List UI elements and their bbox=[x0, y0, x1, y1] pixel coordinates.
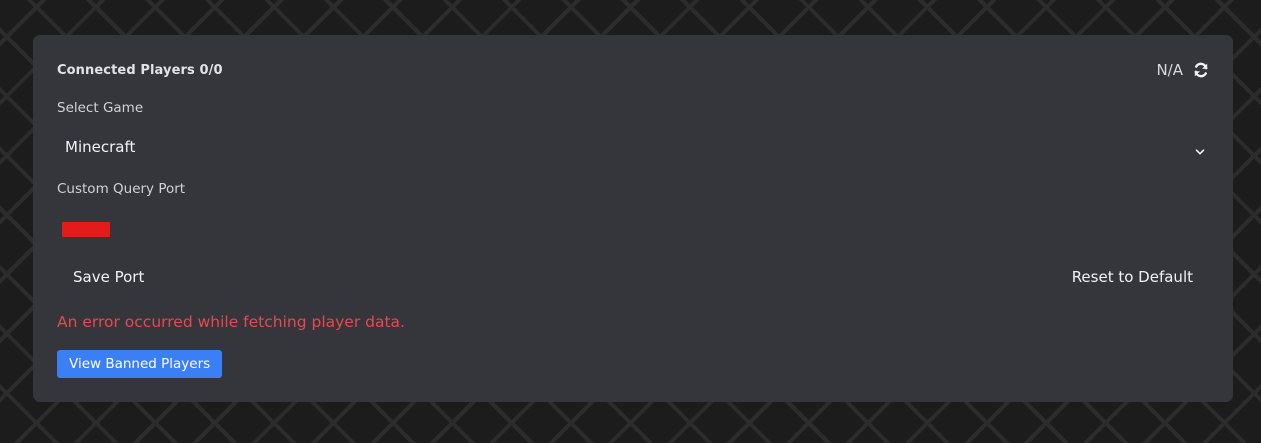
select-game-label: Select Game bbox=[57, 100, 144, 116]
game-select[interactable]: Minecraft bbox=[57, 132, 1209, 162]
custom-query-port-label: Custom Query Port bbox=[57, 181, 186, 197]
reset-to-default-button[interactable]: Reset to Default bbox=[1056, 262, 1209, 292]
status-area: N/A bbox=[1156, 61, 1209, 79]
player-panel: Connected Players 0/0 N/A Select Game Mi… bbox=[33, 35, 1233, 402]
refresh-icon[interactable] bbox=[1193, 62, 1209, 78]
view-banned-players-button[interactable]: View Banned Players bbox=[57, 350, 223, 378]
chevron-down-icon bbox=[1195, 142, 1205, 155]
redacted-port-value bbox=[62, 222, 110, 237]
save-port-button[interactable]: Save Port bbox=[57, 262, 160, 292]
status-text: N/A bbox=[1156, 61, 1183, 79]
game-select-value: Minecraft bbox=[65, 138, 136, 156]
error-message: An error occurred while fetching player … bbox=[57, 313, 405, 331]
connected-players-title: Connected Players 0/0 bbox=[57, 63, 223, 78]
